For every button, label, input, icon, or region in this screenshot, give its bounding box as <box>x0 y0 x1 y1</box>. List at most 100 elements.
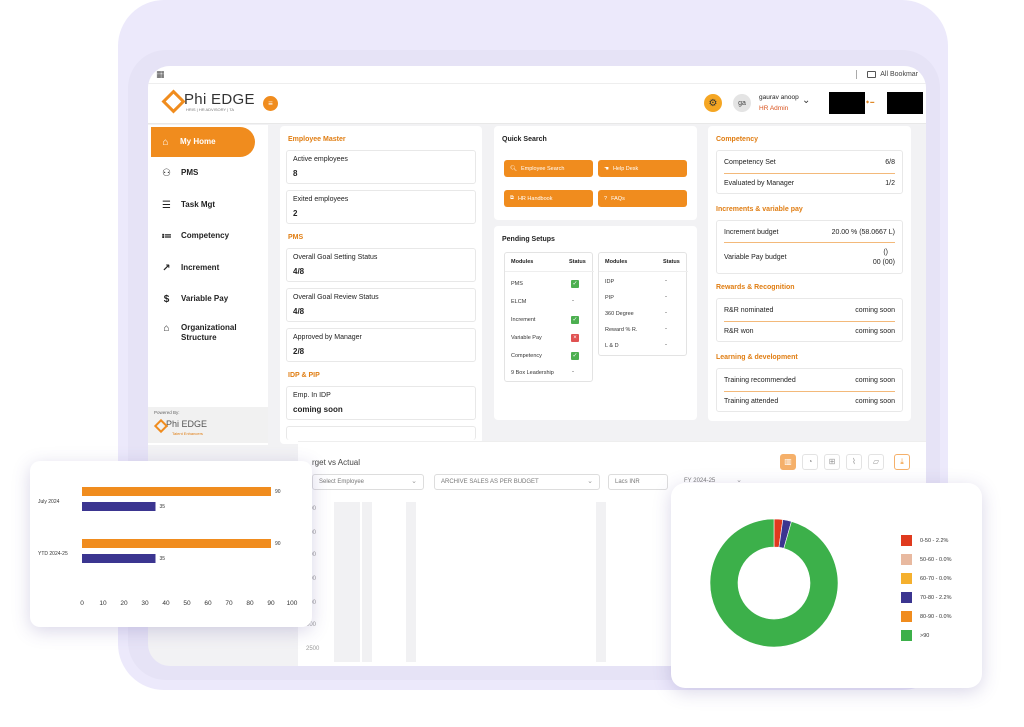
select-value: Lacs INR <box>615 479 640 485</box>
table-icon[interactable]: ⊞ <box>824 454 840 470</box>
employee-master-panel: Employee Master Active employees 8 Exite… <box>280 126 482 444</box>
legend-label: 80-90 - 0.0% <box>920 613 952 620</box>
section-title: IDP & PIP <box>288 372 320 379</box>
sidebar-item-org-structure[interactable]: ⌂ Organizational Structure <box>152 318 256 354</box>
bar-chart-icon[interactable]: ▥ <box>780 454 796 470</box>
card-label: Approved by Manager <box>293 334 362 341</box>
home-icon: ⌂ <box>162 136 169 148</box>
employee-select[interactable]: Select Employee ⌄ <box>312 474 424 490</box>
module-name: ELCM <box>511 299 527 305</box>
bar <box>82 502 156 511</box>
module-name: IDP <box>605 279 615 285</box>
legend-item[interactable]: 60-70 - 0.0% <box>901 573 952 584</box>
learning-card[interactable]: Training recommended coming soon Trainin… <box>716 368 903 412</box>
all-bookmarks-link[interactable]: All Bookmar <box>856 70 918 79</box>
goal-review-card[interactable]: Overall Goal Review Status 4/8 <box>286 288 476 322</box>
question-icon: ? <box>604 195 608 202</box>
x-tick-label: 20 <box>120 600 128 607</box>
legend-item[interactable]: >90 <box>901 630 929 641</box>
panel-title: Quick Search <box>502 136 547 143</box>
select-value: ARCHIVE SALES AS PER BUDGET <box>441 479 539 485</box>
hand-icon: ☚ <box>604 165 609 172</box>
sidebar-item-competency[interactable]: ≔ Competency <box>152 221 256 251</box>
module-name: Variable Pay <box>511 335 542 341</box>
avatar[interactable]: ga <box>733 94 751 112</box>
legend-item[interactable]: 80-90 - 0.0% <box>901 611 952 622</box>
legend-item[interactable]: 70-80 - 2.2% <box>901 592 952 603</box>
emp-in-idp-card[interactable]: Emp. In IDP coming soon <box>286 386 476 420</box>
status-dash: - <box>665 326 667 332</box>
x-tick-label: 90 <box>267 600 275 607</box>
check-icon: ✓ <box>571 352 579 360</box>
legend-item[interactable]: 0-50 - 2.2% <box>901 535 948 546</box>
divider <box>724 242 895 243</box>
sidebar-item-pms[interactable]: ⚇ PMS <box>152 158 256 188</box>
exited-employees-card[interactable]: Exited employees 2 <box>286 190 476 224</box>
chevron-down-icon[interactable]: ⌄ <box>802 95 810 106</box>
card-label: Exited employees <box>293 196 349 203</box>
rewards-card[interactable]: R&R nominated coming soon R&R won coming… <box>716 298 903 342</box>
redacted-block <box>887 92 923 114</box>
legend-swatch <box>901 611 912 622</box>
approved-by-manager-card[interactable]: Approved by Manager 2/8 <box>286 328 476 362</box>
unit-select[interactable]: Lacs INR <box>608 474 668 490</box>
powered-logo-text: Phi EDGE <box>166 419 208 429</box>
settings-gear-icon[interactable]: ⚙ <box>704 94 722 112</box>
metric-label: Increment budget <box>724 229 779 236</box>
line-chart-icon[interactable]: ⌇ <box>846 454 862 470</box>
section-title: Learning & development <box>716 354 798 361</box>
data-label: 35 <box>160 504 166 510</box>
donut-chart <box>709 518 839 648</box>
active-employees-card[interactable]: Active employees 8 <box>286 150 476 184</box>
data-label: 90 <box>275 489 281 495</box>
increments-card[interactable]: Increment budget 20.00 % (58.0667 L) Var… <box>716 220 903 274</box>
user-name: gaurav anoop <box>759 94 799 101</box>
chart-column <box>362 502 372 662</box>
card-value: 2/8 <box>293 347 305 356</box>
chart-column <box>406 502 416 662</box>
employee-search-button[interactable]: 🔍︎ Employee Search <box>504 160 593 177</box>
card-value: 4/8 <box>293 307 305 316</box>
x-tick-label: 100 <box>287 600 298 607</box>
card-value: 4/8 <box>293 267 305 276</box>
brand-logo[interactable]: Phi EDGE HRIS | HR ADVISORY | TA <box>162 90 255 113</box>
hr-handbook-button[interactable]: ⧉ HR Handbook <box>504 190 593 207</box>
legend-item[interactable]: 50-60 - 0.0% <box>901 554 952 565</box>
pie-chart-icon[interactable]: ◔ <box>802 454 818 470</box>
area-chart-icon[interactable]: ▱ <box>868 454 884 470</box>
folder-icon <box>867 71 877 78</box>
search-icon: 🔍︎ <box>510 165 517 172</box>
legend-swatch <box>901 573 912 584</box>
metric-label: Evaluated by Manager <box>724 180 795 187</box>
download-icon[interactable]: ⤓ <box>894 454 910 470</box>
goal-setting-card[interactable]: Overall Goal Setting Status 4/8 <box>286 248 476 282</box>
marketing-stage: ▦ All Bookmar Phi EDGE HRIS | HR ADVISOR… <box>0 0 1024 727</box>
browser-menu-icon[interactable]: ▦ <box>156 69 165 80</box>
pending-setups-panel: Pending Setups Modules Status PMS ✓ ELCM… <box>494 226 697 420</box>
archive-select[interactable]: ARCHIVE SALES AS PER BUDGET ⌄ <box>434 474 600 490</box>
legend-swatch <box>901 554 912 565</box>
sidebar-item-task-mgt[interactable]: ☰ Task Mgt <box>152 190 256 220</box>
sidebar: ⌂ My Home ⚇ PMS ☰ Task Mgt ≔ Competency … <box>148 125 268 445</box>
sidebar-item-my-home[interactable]: ⌂ My Home <box>151 127 255 157</box>
column-header: Modules <box>605 259 628 265</box>
select-value: Select Employee <box>319 479 365 485</box>
menu-toggle-icon[interactable]: ≡ <box>263 96 278 111</box>
card-value: 8 <box>293 169 298 178</box>
help-desk-button[interactable]: ☚ Help Desk <box>598 160 687 177</box>
section-title: PMS <box>288 234 304 241</box>
x-tick-label: 40 <box>162 600 170 607</box>
module-name: L & D <box>605 343 619 349</box>
sidebar-item-increment[interactable]: ↗ Increment <box>152 253 256 283</box>
bar <box>82 539 271 548</box>
sidebar-item-variable-pay[interactable]: $ Variable Pay <box>152 284 256 314</box>
metric-value: 20.00 % (58.0667 L) <box>831 229 895 236</box>
donut-slice <box>709 518 839 648</box>
quick-search-panel: Quick Search 🔍︎ Employee Search ☚ Help D… <box>494 126 697 220</box>
status-dash: - <box>572 298 574 304</box>
cross-icon: × <box>571 334 579 342</box>
faqs-button[interactable]: ? FAQs <box>598 190 687 207</box>
card-label: Overall Goal Review Status <box>293 294 379 301</box>
competency-card[interactable]: Competency Set 6/8 Evaluated by Manager … <box>716 150 903 194</box>
metric-label: Training recommended <box>724 377 796 384</box>
